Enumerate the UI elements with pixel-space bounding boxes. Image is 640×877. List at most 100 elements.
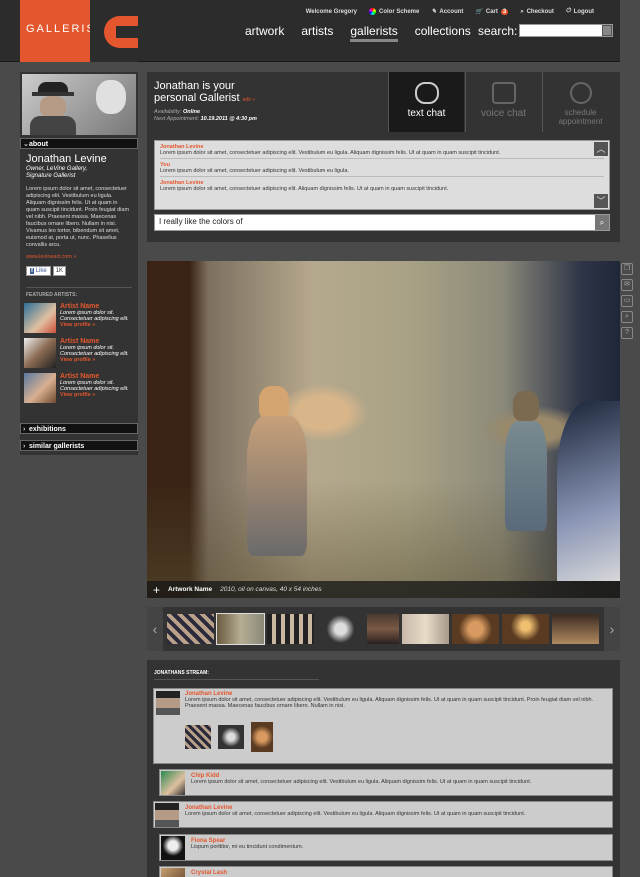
speech-bubble-icon[interactable]: ✉ bbox=[621, 279, 633, 291]
chevron-up-icon: ︿ bbox=[596, 144, 606, 154]
post-image[interactable] bbox=[251, 722, 273, 752]
checkout-link[interactable]: » Checkout bbox=[520, 8, 554, 15]
post-image[interactable] bbox=[185, 725, 211, 749]
zoom-icon[interactable]: ⌕ bbox=[621, 311, 633, 323]
availability-info: Availability: Online Next Appointment: 1… bbox=[154, 109, 257, 122]
help-icon[interactable]: ? bbox=[621, 327, 633, 339]
gallerist-photo bbox=[22, 74, 136, 135]
chat-message: You Lorem ipsum dolor sit amet, consectet… bbox=[160, 162, 604, 177]
artwork-image[interactable]: + Artwork Name 2010, oil on canvas, 40 x… bbox=[147, 261, 620, 598]
chat-message: Jonathan Levine Lorem ipsum dolor sit ame… bbox=[160, 180, 449, 192]
artwork-meta: 2010, oil on canvas, 40 x 54 inches bbox=[220, 586, 322, 593]
avatar[interactable] bbox=[161, 771, 185, 795]
avatar[interactable] bbox=[161, 868, 185, 877]
cart-icon: 🛒 bbox=[475, 9, 483, 15]
site-header: GALLERIST Welcome Gregory Color Scheme ✎… bbox=[0, 0, 620, 62]
thumbnail[interactable] bbox=[216, 613, 265, 645]
nav-collections[interactable]: collections bbox=[415, 24, 471, 42]
thumbnail[interactable] bbox=[167, 614, 214, 644]
stream-post: Fiona Spear Lispum porttitor, mi eu tinc… bbox=[159, 834, 613, 861]
thumbnail[interactable] bbox=[502, 614, 549, 644]
artwork-name: Artwork Name bbox=[168, 586, 213, 593]
gallerist-title-1: Owner, LeVine Gallery, bbox=[26, 166, 88, 172]
artist-thumbnail[interactable] bbox=[24, 303, 56, 333]
facebook-like-button[interactable]: f Like bbox=[26, 266, 51, 276]
chat-title: Jonathan is your personal Gallerist edit… bbox=[154, 80, 255, 104]
search-input[interactable] bbox=[519, 24, 613, 37]
copy-icon[interactable]: ❐ bbox=[621, 263, 633, 275]
chevron-left-icon: ‹ bbox=[152, 621, 158, 637]
tab-schedule-appointment[interactable]: schedule appointment bbox=[542, 72, 618, 132]
chat-input[interactable]: I really like the colors of bbox=[154, 214, 610, 231]
next-arrow-button[interactable]: › bbox=[604, 607, 620, 651]
prev-arrow-button[interactable]: ‹ bbox=[147, 607, 163, 651]
tab-voice-chat[interactable]: voice chat bbox=[465, 72, 541, 132]
about-section-toggle[interactable]: about bbox=[20, 138, 138, 150]
exhibitions-toggle[interactable]: exhibitions bbox=[20, 423, 138, 435]
thumbnail[interactable] bbox=[317, 614, 364, 644]
activity-stream: JONATHANS STREAM: Jonathan Levine Lorem … bbox=[147, 660, 620, 877]
cart-link[interactable]: 🛒 Cart 3 bbox=[475, 8, 509, 15]
gallerist-website-link[interactable]: www.levineart.com » bbox=[26, 254, 132, 260]
logout-link[interactable]: ⏻ Logout bbox=[566, 8, 594, 15]
scroll-up-button[interactable]: ︿ bbox=[594, 142, 608, 156]
main-nav: artwork artists gallerists collections bbox=[245, 24, 471, 42]
facebook-like-count: 1K bbox=[52, 266, 67, 276]
gallerist-name: Jonathan Levine bbox=[26, 153, 107, 165]
stream-post: Jonathan Levine Lorem ipsum dolor sit am… bbox=[153, 801, 613, 828]
edit-link[interactable]: edit » bbox=[243, 97, 255, 103]
artist-thumbnail[interactable] bbox=[24, 338, 56, 368]
similar-gallerists-toggle[interactable]: similar gallerists bbox=[20, 440, 138, 452]
search-label: search: bbox=[478, 24, 518, 38]
artwork-caption: + Artwork Name 2010, oil on canvas, 40 x… bbox=[147, 581, 620, 598]
pencil-icon: ✎ bbox=[431, 9, 437, 15]
post-text: Lorem ipsum dolor sit amet, consectetuer… bbox=[185, 811, 526, 817]
avatar[interactable] bbox=[155, 803, 179, 827]
artist-thumbnail[interactable] bbox=[24, 373, 56, 403]
nav-gallerists[interactable]: gallerists bbox=[350, 24, 398, 42]
thumbnail[interactable] bbox=[267, 614, 314, 644]
stream-post: Crystal Lash bbox=[159, 866, 613, 877]
featured-artist[interactable]: Artist Name Lorem ipsum dolor sit. Consec… bbox=[24, 303, 134, 333]
post-text: Lispum porttitor, mi eu tincidunt condim… bbox=[191, 844, 304, 850]
search-button[interactable] bbox=[602, 25, 612, 36]
post-text: Lorem ipsum dolor sit amet, consectetuer… bbox=[185, 697, 594, 709]
speech-bubble-icon bbox=[414, 82, 439, 104]
nav-artists[interactable]: artists bbox=[301, 24, 333, 42]
send-button[interactable]: ⌕ bbox=[595, 215, 609, 230]
post-author[interactable]: Crystal Lash bbox=[191, 870, 611, 876]
view-profile-link[interactable]: View profile » bbox=[60, 392, 134, 398]
view-profile-link[interactable]: View profile » bbox=[60, 357, 134, 363]
facebook-like[interactable]: f Like 1K bbox=[26, 266, 132, 276]
chat-panel: Jonathan is your personal Gallerist edit… bbox=[147, 72, 620, 242]
featured-artist[interactable]: Artist Name Lorem ipsum dolor sit. Consec… bbox=[24, 338, 134, 368]
featured-artist[interactable]: Artist Name Lorem ipsum dolor sit. Consec… bbox=[24, 373, 134, 403]
post-image[interactable] bbox=[218, 725, 244, 749]
artwork-thumbnail-strip: ‹ › bbox=[147, 607, 620, 651]
gallerist-title-2: Signature Gallerist bbox=[26, 173, 76, 179]
clock-icon bbox=[569, 82, 592, 104]
tab-text-chat[interactable]: text chat bbox=[388, 72, 464, 132]
account-link[interactable]: ✎ Account bbox=[431, 8, 463, 16]
monitor-icon[interactable]: ▭ bbox=[621, 295, 633, 307]
view-profile-link[interactable]: View profile » bbox=[60, 322, 134, 328]
thumbnail[interactable] bbox=[552, 614, 599, 644]
color-wheel-icon bbox=[369, 8, 376, 15]
scroll-down-button[interactable]: ﹀ bbox=[594, 194, 608, 208]
plus-icon[interactable]: + bbox=[153, 583, 160, 597]
avatar[interactable] bbox=[161, 836, 185, 860]
thumbnail[interactable] bbox=[367, 614, 399, 644]
cart-count-badge: 3 bbox=[500, 8, 509, 15]
nav-artwork[interactable]: artwork bbox=[245, 24, 284, 42]
welcome-text: Welcome Gregory bbox=[305, 8, 357, 15]
gallerist-logo[interactable]: GALLERIST bbox=[20, 0, 138, 62]
gallerist-bio: Lorem ipsum dolor sit amet, consectetuer… bbox=[26, 186, 130, 248]
color-scheme-link[interactable]: Color Scheme bbox=[369, 8, 419, 15]
chat-message: Jonathan Levine Lorem ipsum dolor sit ame… bbox=[160, 144, 604, 159]
chat-messages: Jonathan Levine Lorem ipsum dolor sit ame… bbox=[154, 140, 610, 210]
avatar[interactable] bbox=[156, 691, 180, 715]
power-icon: ⏻ bbox=[565, 8, 571, 14]
search-icon: ⌕ bbox=[599, 218, 605, 227]
thumbnail[interactable] bbox=[452, 614, 499, 644]
thumbnail[interactable] bbox=[402, 614, 449, 644]
